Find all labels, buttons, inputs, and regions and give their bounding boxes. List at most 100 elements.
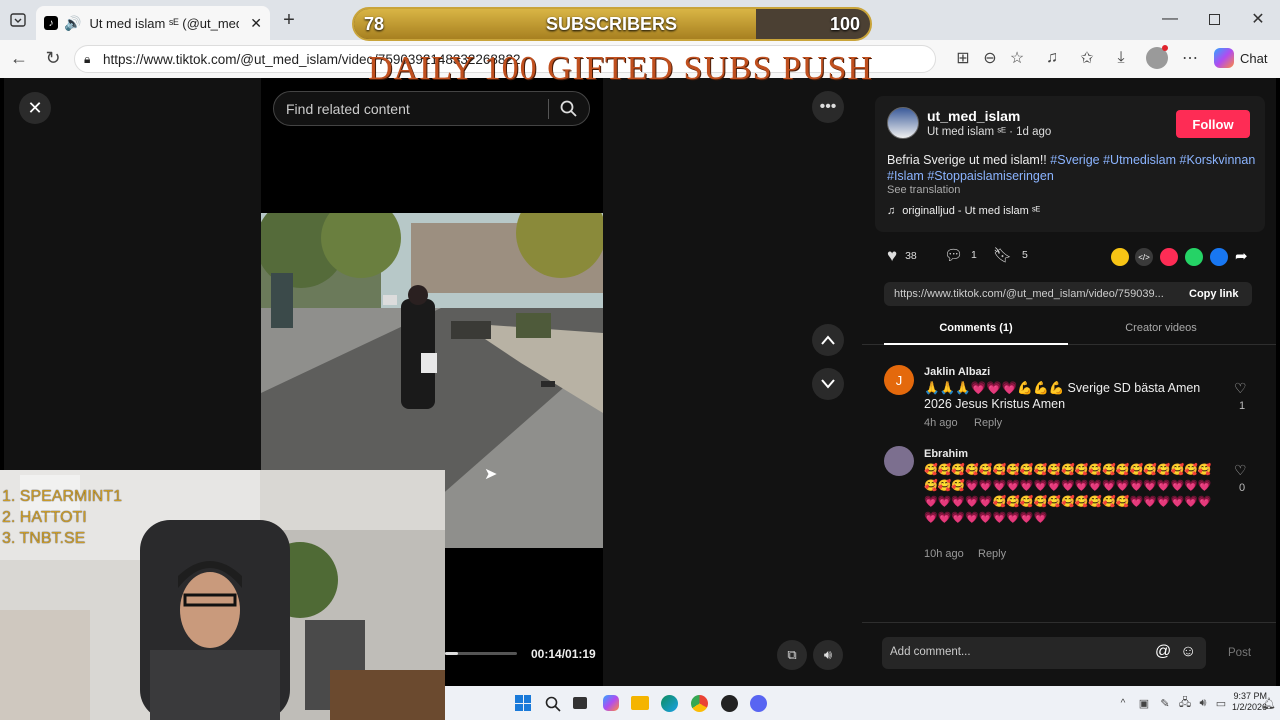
commenter-avatar[interactable]: J <box>884 365 914 395</box>
start-menu-icon[interactable] <box>515 695 531 711</box>
search-placeholder: Find related content <box>286 100 410 117</box>
tray-pen-icon[interactable]: ✎ <box>1158 696 1172 710</box>
facebook-icon[interactable] <box>1210 248 1228 266</box>
maximize-icon[interactable] <box>1204 8 1224 30</box>
mouse-cursor-icon: ➤ <box>484 466 498 483</box>
reply-button[interactable]: Reply <box>974 417 1002 429</box>
share-arrow-icon[interactable]: ➦ <box>1235 247 1248 265</box>
hashtag-link[interactable]: #Stoppaislamiseringen <box>927 169 1053 183</box>
author-display-name: Ut med islam ˢᴱ <box>927 126 1006 138</box>
emoji-icon[interactable]: ☺ <box>1180 643 1196 661</box>
minimize-icon[interactable]: — <box>1160 8 1180 30</box>
hashtag-link[interactable]: #Sverige <box>1050 153 1099 167</box>
subscriber-goal-bar: 78 SUBSCRIBERS 100 <box>352 7 872 41</box>
follow-button[interactable]: Follow <box>1176 110 1250 138</box>
tab-creator-videos[interactable]: Creator videos <box>1069 322 1253 334</box>
copy-link-button[interactable]: Copy link <box>1189 288 1239 300</box>
commenter-avatar[interactable] <box>884 446 914 476</box>
network-icon[interactable]: 🖧 <box>1178 696 1192 710</box>
tiktok-favicon-icon: ♪ <box>44 16 58 30</box>
favorite-star-icon[interactable]: ☆ <box>1007 48 1027 68</box>
back-icon[interactable]: ← <box>8 47 30 69</box>
chrome-icon[interactable] <box>691 695 708 712</box>
comment-like-icon[interactable]: ♡ <box>1234 462 1247 479</box>
hashtag-link[interactable]: #Utmedislam <box>1103 153 1176 167</box>
window-close-icon[interactable]: ✕ <box>1248 8 1268 30</box>
show-hidden-icons[interactable]: ^ <box>1116 696 1130 710</box>
copilot-icon <box>1214 48 1234 68</box>
comment-like-icon[interactable]: ♡ <box>1234 380 1247 397</box>
close-video-button[interactable]: ✕ <box>19 92 51 124</box>
send-to-friends-icon[interactable] <box>1160 248 1178 266</box>
tab-comments[interactable]: Comments (1) <box>884 322 1068 334</box>
author-username[interactable]: ut_med_islam <box>927 108 1020 124</box>
hashtag-link[interactable]: #Islam <box>887 169 924 183</box>
heart-icon: ♥ <box>887 246 898 265</box>
discord-icon[interactable] <box>750 695 767 712</box>
task-view-icon[interactable] <box>573 697 587 709</box>
copilot-chat-button[interactable]: Chat <box>1214 46 1274 70</box>
commenter-name[interactable]: Ebrahim <box>924 448 968 460</box>
floating-player-icon[interactable]: ⧉ <box>777 640 807 670</box>
whatsapp-icon[interactable] <box>1185 248 1203 266</box>
repost-icon[interactable] <box>1111 248 1129 266</box>
tab-close-icon[interactable]: ✕ <box>250 15 262 32</box>
video-progress-fill <box>445 652 458 655</box>
notification-dot <box>1162 45 1168 51</box>
notifications-bell-icon[interactable]: 🔔︎ <box>1262 696 1276 710</box>
sound-link[interactable]: ♫ originalljud - Ut med islam ˢᴱ <box>887 205 1040 217</box>
see-translation-link[interactable]: See translation <box>887 184 960 196</box>
app-available-icon[interactable]: ⊞ <box>953 48 973 68</box>
music-note-icon: ♫ <box>887 205 896 217</box>
subscriber-goal: 100 <box>829 14 860 34</box>
author-avatar[interactable] <box>887 107 919 139</box>
post-caption: Befria Sverige ut med islam!! #Sverige #… <box>887 152 1257 184</box>
comment-age: 10h ago <box>924 548 964 560</box>
top-gifters-list: 1. SPEARMINT1 2. HATTOTI 3. TNBT.SE <box>2 486 122 549</box>
volume-icon[interactable]: 🔊︎ <box>813 640 843 670</box>
tab-title: Ut med islam ˢᴱ (@ut_med_isl <box>89 15 239 31</box>
comment-text: 🙏🙏🙏💗💗💗💪💪💪 Sverige SD bästa Amen 2026 Jes… <box>924 381 1201 411</box>
favorites-icon[interactable]: ✩ <box>1077 48 1097 68</box>
mention-icon[interactable]: @ <box>1155 643 1171 661</box>
like-button[interactable]: ♥ 38 <box>887 246 917 266</box>
save-button[interactable]: 🔖︎ 5 <box>993 246 1028 264</box>
gifter-entry: 3. TNBT.SE <box>2 530 86 547</box>
new-tab-icon[interactable]: + <box>278 9 300 31</box>
downloads-icon[interactable]: ⤓ <box>1111 48 1131 68</box>
tray-app-icon[interactable]: ▣ <box>1137 696 1151 710</box>
obs-icon[interactable] <box>721 695 738 712</box>
related-search-input[interactable]: Find related content <box>273 91 590 126</box>
comment-button[interactable]: 💬︎ 1 <box>944 246 977 264</box>
more-menu-icon[interactable]: ⋯ <box>1180 48 1200 68</box>
search-icon[interactable] <box>560 100 577 120</box>
zoom-icon[interactable]: ⊖ <box>980 48 1000 68</box>
video-progress-bar[interactable] <box>445 652 517 655</box>
tab-audio-icon[interactable]: 🔊 <box>64 15 81 32</box>
post-comment-button[interactable]: Post <box>1228 647 1251 659</box>
search-divider <box>548 99 549 119</box>
next-video-icon[interactable] <box>812 368 844 400</box>
tab-actions-icon[interactable] <box>6 8 30 32</box>
extension-icon[interactable]: ♫ <box>1042 48 1062 68</box>
battery-icon[interactable]: ▭ <box>1214 696 1228 710</box>
copilot-taskbar-icon[interactable] <box>603 695 619 711</box>
previous-video-icon[interactable] <box>812 324 844 356</box>
speaker-icon[interactable]: 🔊︎ <box>1196 696 1210 710</box>
embed-icon[interactable]: </> <box>1135 248 1153 266</box>
file-explorer-icon[interactable] <box>631 696 649 710</box>
browser-tab[interactable]: ♪ 🔊 Ut med islam ˢᴱ (@ut_med_isl ✕ <box>36 6 270 40</box>
hashtag-link[interactable]: #Korskvinnan <box>1180 153 1256 167</box>
windows-taskbar <box>445 686 1280 720</box>
comment-count: 1 <box>971 249 977 261</box>
taskbar-search-icon[interactable] <box>543 694 563 714</box>
reload-icon[interactable]: ↻ <box>42 47 64 69</box>
gifter-entry: 2. HATTOTI <box>2 509 87 526</box>
site-info-icon[interactable]: 🔒︎ <box>84 52 90 67</box>
commenter-name[interactable]: Jaklin Albazi <box>924 366 990 378</box>
edge-icon[interactable] <box>661 695 678 712</box>
comment-like-count: 0 <box>1239 482 1246 494</box>
reply-button[interactable]: Reply <box>978 548 1006 560</box>
more-options-icon[interactable]: ••• <box>812 91 844 123</box>
sound-title: originalljud - Ut med islam ˢᴱ <box>902 205 1041 217</box>
